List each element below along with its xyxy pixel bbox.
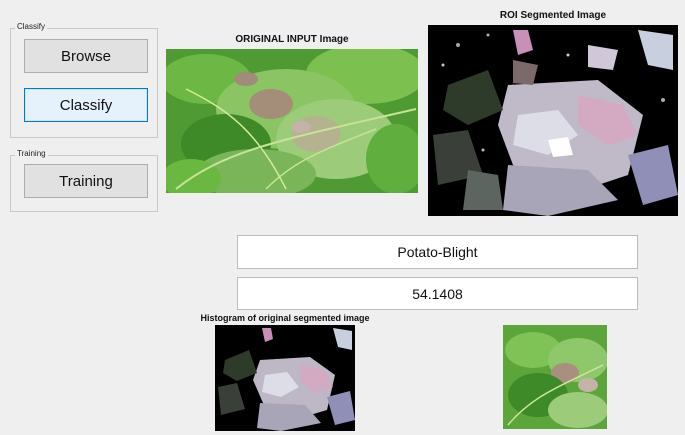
training-button[interactable]: Training [24,164,148,198]
leaf-thumbnail-image [503,325,607,429]
score-result-field: 54.1408 [237,277,638,310]
original-image-title: ORIGINAL INPUT Image [235,34,349,45]
classify-panel: Classify Browse Classify [10,22,158,138]
browse-button[interactable]: Browse [24,39,148,73]
original-input-image [166,49,418,193]
histogram-image-title: Histogram of original segmented image [200,313,370,323]
histogram-segmented-image [215,325,355,431]
classify-panel-title: Classify [15,22,48,31]
disease-result-field: Potato-Blight [237,235,638,269]
roi-segmented-image [428,25,678,216]
roi-image-title: ROI Segmented Image [499,10,607,21]
training-panel: Training Training [10,149,158,212]
training-panel-title: Training [15,149,48,158]
classify-button[interactable]: Classify [24,88,148,122]
